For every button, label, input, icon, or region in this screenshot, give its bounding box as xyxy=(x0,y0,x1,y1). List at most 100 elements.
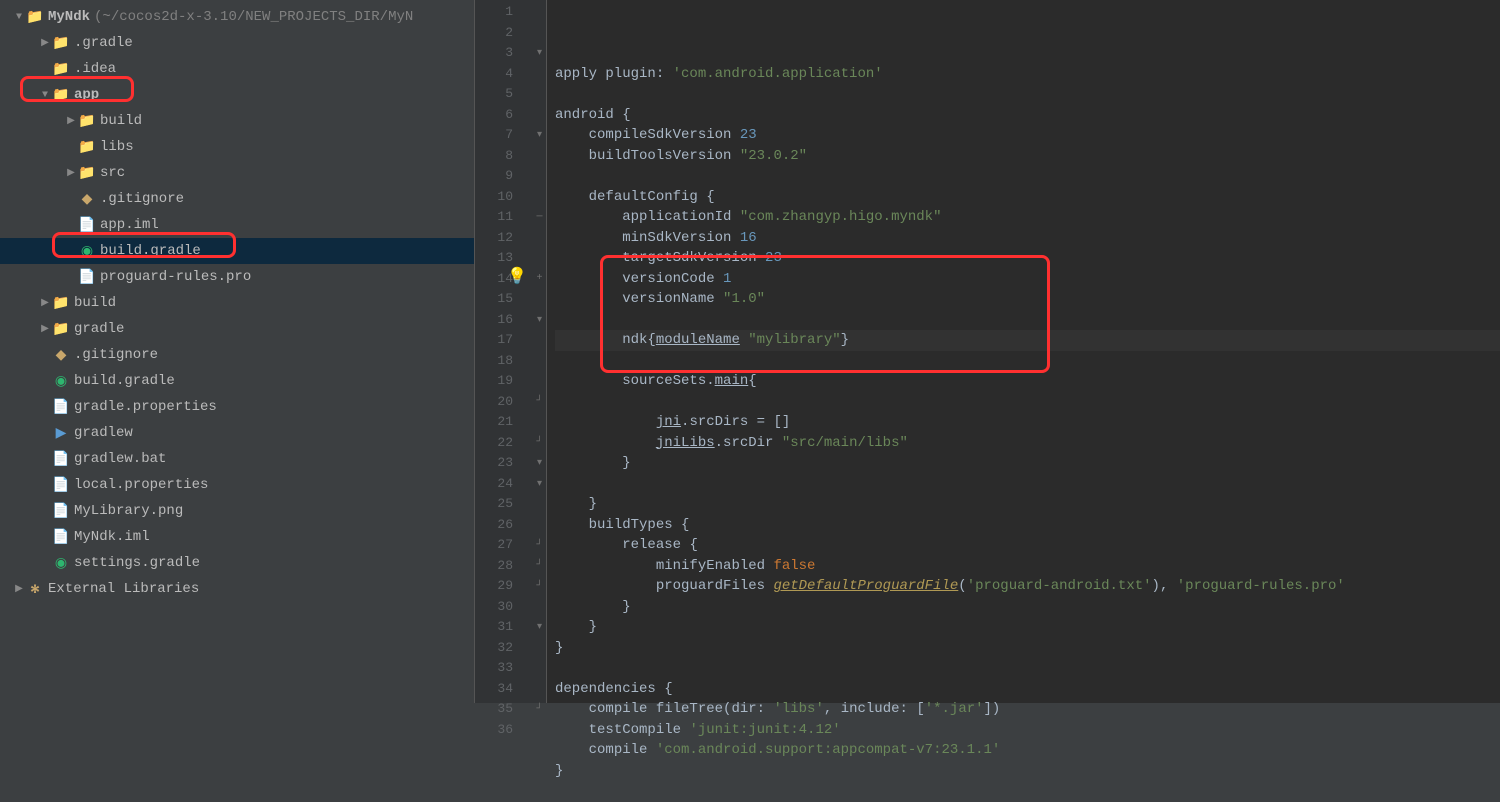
code-line[interactable]: buildTypes { xyxy=(555,515,1500,536)
code-line[interactable]: buildToolsVersion "23.0.2" xyxy=(555,146,1500,167)
fold-marker[interactable]: ┘ xyxy=(533,699,546,720)
code-line[interactable]: ndk{moduleName "mylibrary"} xyxy=(555,330,1500,351)
file-ic-icon: 📄 xyxy=(78,269,96,286)
fold-marker[interactable]: ┘ xyxy=(533,433,546,454)
code-line[interactable]: release { xyxy=(555,535,1500,556)
code-editor[interactable]: 1234567891011121314151617181920212223242… xyxy=(475,0,1500,703)
txt-ic-icon: ◆ xyxy=(52,347,70,364)
tree-row--gradle[interactable]: ▶📁.gradle xyxy=(0,30,474,56)
code-line[interactable]: compile fileTree(dir: 'libs', include: [… xyxy=(555,699,1500,720)
tree-row-local-properties[interactable]: 📄local.properties xyxy=(0,472,474,498)
tree-row-libs[interactable]: 📁libs xyxy=(0,134,474,160)
tree-row-build[interactable]: ▶📁build xyxy=(0,108,474,134)
intention-bulb-icon[interactable]: 💡 xyxy=(507,267,527,288)
code-line[interactable]: versionCode 1 xyxy=(555,269,1500,290)
code-line[interactable] xyxy=(555,84,1500,105)
expand-arrow-icon[interactable]: ▼ xyxy=(38,90,52,101)
code-line[interactable] xyxy=(555,392,1500,413)
code-line[interactable]: minifyEnabled false xyxy=(555,556,1500,577)
tree-row--gitignore[interactable]: ◆.gitignore xyxy=(0,186,474,212)
tree-row--gitignore[interactable]: ◆.gitignore xyxy=(0,342,474,368)
expand-arrow-icon[interactable]: ▶ xyxy=(12,583,26,595)
tree-row-gradle[interactable]: ▶📁gradle xyxy=(0,316,474,342)
line-number: 16 xyxy=(475,310,533,331)
fold-marker xyxy=(533,187,546,208)
code-area[interactable]: 💡 apply plugin: 'com.android.application… xyxy=(547,0,1500,703)
code-line[interactable] xyxy=(555,166,1500,187)
fold-marker[interactable]: + xyxy=(533,269,546,290)
tree-row-build[interactable]: ▶📁build xyxy=(0,290,474,316)
fold-marker[interactable]: ┘ xyxy=(533,556,546,577)
tree-row-myndk-iml[interactable]: 📄MyNdk.iml xyxy=(0,524,474,550)
fold-marker[interactable]: ▾ xyxy=(533,617,546,638)
tree-row-gradlew[interactable]: ▶gradlew xyxy=(0,420,474,446)
code-line[interactable]: jniLibs.srcDir "src/main/libs" xyxy=(555,433,1500,454)
expand-arrow-icon[interactable]: ▶ xyxy=(38,37,52,49)
expand-arrow-icon[interactable]: ▶ xyxy=(64,167,78,179)
fold-marker xyxy=(533,412,546,433)
code-line[interactable]: } xyxy=(555,638,1500,659)
line-number: 27 xyxy=(475,535,533,556)
code-line[interactable]: testCompile 'junit:junit:4.12' xyxy=(555,720,1500,741)
tree-row-src[interactable]: ▶📁src xyxy=(0,160,474,186)
code-line[interactable]: defaultConfig { xyxy=(555,187,1500,208)
code-line[interactable]: targetSdkVersion 23 xyxy=(555,248,1500,269)
code-line[interactable]: sourceSets.main{ xyxy=(555,371,1500,392)
txt-ic-icon: ◆ xyxy=(78,191,96,208)
line-number: 17 xyxy=(475,330,533,351)
code-line[interactable]: } xyxy=(555,617,1500,638)
tree-item-label: gradlew.bat xyxy=(74,451,166,467)
code-line[interactable]: minSdkVersion 16 xyxy=(555,228,1500,249)
line-number: 13 xyxy=(475,248,533,269)
tree-row-app[interactable]: ▼📁app xyxy=(0,82,474,108)
code-line[interactable] xyxy=(555,310,1500,331)
expand-arrow-icon[interactable]: ▼ xyxy=(12,12,26,23)
fold-marker[interactable]: ▾ xyxy=(533,453,546,474)
fold-marker[interactable]: ┘ xyxy=(533,535,546,556)
expand-arrow-icon[interactable]: ▶ xyxy=(64,115,78,127)
fold-marker[interactable]: ▾ xyxy=(533,43,546,64)
code-line[interactable] xyxy=(555,658,1500,679)
code-line[interactable]: } xyxy=(555,597,1500,618)
tree-item-label: app xyxy=(74,87,99,103)
tree-row-myndk[interactable]: ▼📁MyNdk(~/cocos2d-x-3.10/NEW_PROJECTS_DI… xyxy=(0,4,474,30)
tree-row-app-iml[interactable]: 📄app.iml xyxy=(0,212,474,238)
fold-marker[interactable]: ┘ xyxy=(533,576,546,597)
tree-row-proguard-rules-pro[interactable]: 📄proguard-rules.pro xyxy=(0,264,474,290)
code-line[interactable]: compileSdkVersion 23 xyxy=(555,125,1500,146)
code-line[interactable] xyxy=(555,474,1500,495)
code-line[interactable] xyxy=(555,351,1500,372)
code-line[interactable]: apply plugin: 'com.android.application' xyxy=(555,64,1500,85)
code-line[interactable]: jni.srcDirs = [] xyxy=(555,412,1500,433)
fold-column[interactable]: ▾▾─+▾┘┘▾▾┘┘┘▾┘ xyxy=(533,0,547,703)
code-line[interactable]: proguardFiles getDefaultProguardFile('pr… xyxy=(555,576,1500,597)
code-line[interactable]: versionName "1.0" xyxy=(555,289,1500,310)
tree-row-settings-gradle[interactable]: ◉settings.gradle xyxy=(0,550,474,576)
tree-row-external-libraries[interactable]: ▶🞷External Libraries xyxy=(0,576,474,602)
project-tree-panel[interactable]: ▼📁MyNdk(~/cocos2d-x-3.10/NEW_PROJECTS_DI… xyxy=(0,0,475,703)
tree-row-build-gradle[interactable]: ◉build.gradle xyxy=(0,238,474,264)
code-line[interactable]: } xyxy=(555,453,1500,474)
code-line[interactable]: dependencies { xyxy=(555,679,1500,700)
code-line[interactable]: android { xyxy=(555,105,1500,126)
line-number: 24 xyxy=(475,474,533,495)
tree-row-gradle-properties[interactable]: 📄gradle.properties xyxy=(0,394,474,420)
code-line[interactable]: } xyxy=(555,761,1500,782)
code-line[interactable]: applicationId "com.zhangyp.higo.myndk" xyxy=(555,207,1500,228)
fold-marker[interactable]: ▾ xyxy=(533,310,546,331)
fold-marker[interactable]: ─ xyxy=(533,207,546,228)
tree-row-build-gradle[interactable]: ◉build.gradle xyxy=(0,368,474,394)
line-number: 25 xyxy=(475,494,533,515)
fold-marker[interactable]: ▾ xyxy=(533,125,546,146)
tree-row-gradlew-bat[interactable]: 📄gradlew.bat xyxy=(0,446,474,472)
expand-arrow-icon[interactable]: ▶ xyxy=(38,297,52,309)
tree-row--idea[interactable]: 📁.idea xyxy=(0,56,474,82)
code-line[interactable] xyxy=(555,781,1500,802)
fold-marker[interactable]: ▾ xyxy=(533,474,546,495)
fold-marker[interactable]: ┘ xyxy=(533,392,546,413)
code-line[interactable]: } xyxy=(555,494,1500,515)
code-line[interactable]: compile 'com.android.support:appcompat-v… xyxy=(555,740,1500,761)
expand-arrow-icon[interactable]: ▶ xyxy=(38,323,52,335)
tree-row-mylibrary-png[interactable]: 📄MyLibrary.png xyxy=(0,498,474,524)
tree-item-path: (~/cocos2d-x-3.10/NEW_PROJECTS_DIR/MyN xyxy=(94,9,413,25)
